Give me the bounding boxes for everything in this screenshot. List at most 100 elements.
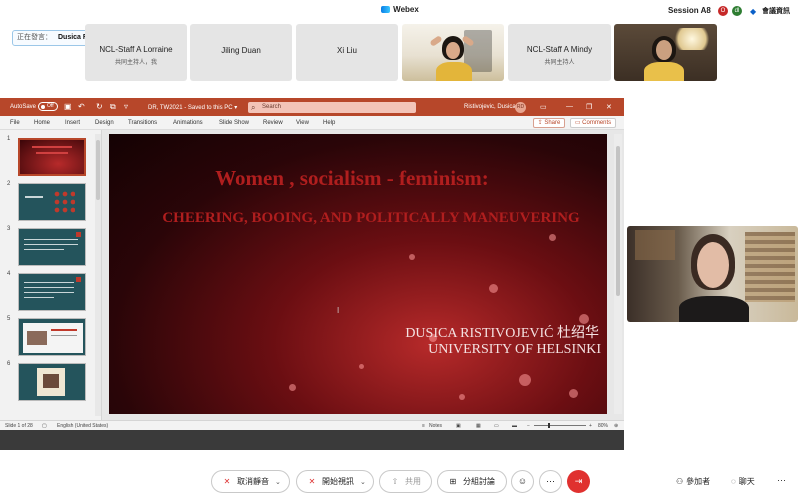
- tab-home[interactable]: Home: [34, 120, 50, 126]
- tab-transitions[interactable]: Transitions: [128, 120, 157, 126]
- undo-icon[interactable]: ↶: [78, 103, 85, 111]
- share-button[interactable]: ⇧ 共用: [379, 470, 432, 493]
- thumbnail-scroll-knob[interactable]: [96, 140, 100, 200]
- tab-design[interactable]: Design: [95, 120, 114, 126]
- slide-title[interactable]: Women , socialism - feminism:: [109, 166, 607, 191]
- save-icon[interactable]: ▣: [64, 103, 72, 111]
- more-panels-icon[interactable]: ⋯: [777, 475, 786, 486]
- reading-view-icon[interactable]: ▭: [494, 423, 499, 429]
- ppt-user-avatar[interactable]: RD: [515, 102, 526, 113]
- zoom-in-icon[interactable]: +: [589, 423, 592, 429]
- leave-meeting-button[interactable]: ⇥: [567, 470, 590, 493]
- participants-button[interactable]: ⚇ 參加者: [676, 476, 710, 487]
- thumb-number: 6: [7, 361, 11, 367]
- tab-insert[interactable]: Insert: [65, 120, 80, 126]
- participant-video-1[interactable]: [402, 24, 504, 81]
- mic-muted-icon: ✕: [223, 477, 231, 486]
- unmute-button[interactable]: ✕ 取消靜音 ⌄: [211, 470, 290, 493]
- user-avatar[interactable]: dl: [732, 6, 742, 16]
- participant-name: Jiling Duan: [221, 46, 261, 55]
- close-icon[interactable]: ✕: [606, 103, 612, 111]
- start-video-button[interactable]: ✕ 開始視訊 ⌄: [296, 470, 374, 493]
- participant-tile-lorraine[interactable]: NCL-Staff A Lorraine 共同主持人，我: [85, 24, 187, 81]
- participant-tile-jiling[interactable]: Jiling Duan: [190, 24, 292, 81]
- meeting-info-icon[interactable]: ◆: [750, 7, 756, 16]
- autosave-label: AutoSave: [10, 104, 37, 110]
- slide-thumbnail-1[interactable]: [18, 138, 86, 176]
- participant-name: NCL-Staff A Lorraine: [99, 45, 173, 54]
- speaking-label: 正在發言：: [17, 34, 52, 41]
- slide-thumbnail-2[interactable]: [18, 183, 86, 221]
- zoom-out-icon[interactable]: −: [527, 423, 530, 429]
- tab-help[interactable]: Help: [323, 120, 335, 126]
- current-slide[interactable]: Women , socialism - feminism: CHEERING, …: [109, 134, 607, 414]
- slide-subtitle[interactable]: CHEERING, BOOING, AND POLITICALLY MANEUV…: [161, 210, 581, 226]
- chat-icon: ◌: [731, 477, 736, 486]
- tab-review[interactable]: Review: [263, 120, 283, 126]
- thumb-number: 5: [7, 316, 11, 322]
- chevron-down-icon[interactable]: ⌄: [275, 472, 281, 493]
- tab-animations[interactable]: Animations: [173, 120, 203, 126]
- chevron-down-icon[interactable]: ⌄: [360, 472, 366, 493]
- breakout-label: 分組討論: [463, 477, 495, 486]
- ppt-status-bar: Slide 1 of 28 ▢ English (United States) …: [0, 420, 624, 430]
- breakout-button[interactable]: ⊞ 分組討論: [437, 470, 507, 493]
- active-speaker-video[interactable]: [627, 226, 798, 322]
- slide-thumbnail-6[interactable]: [18, 363, 86, 401]
- participant-video-2[interactable]: [614, 24, 717, 81]
- fit-slide-icon[interactable]: ⊕: [614, 423, 618, 429]
- tab-view[interactable]: View: [296, 120, 309, 126]
- thumb-number: 2: [7, 181, 11, 187]
- thumb-number: 4: [7, 271, 11, 277]
- ppt-search-box[interactable]: Search: [248, 102, 416, 113]
- ppt-share-button[interactable]: ⇪ Share: [533, 118, 565, 128]
- accessibility-icon[interactable]: ▢: [42, 423, 47, 429]
- zoom-slider[interactable]: [534, 423, 586, 428]
- thumb-number: 3: [7, 226, 11, 232]
- zoom-slider-thumb[interactable]: [548, 423, 551, 428]
- normal-view-icon[interactable]: ▣: [456, 423, 461, 429]
- bokeh-decoration: [489, 284, 498, 293]
- editor-scroll-knob[interactable]: [616, 146, 620, 296]
- redo-icon[interactable]: ↻: [96, 103, 103, 111]
- slide-sorter-icon[interactable]: ▦: [476, 423, 481, 429]
- present-icon[interactable]: ⧉: [110, 103, 116, 111]
- tab-file[interactable]: File: [10, 120, 20, 126]
- slide-thumbnail-4[interactable]: [18, 273, 86, 311]
- participant-tile-mindy[interactable]: NCL-Staff A Mindy 共同主持人: [508, 24, 611, 81]
- bokeh-decoration: [409, 254, 415, 260]
- tab-slide-show[interactable]: Slide Show: [219, 120, 249, 126]
- slide-thumbnail-3[interactable]: [18, 228, 86, 266]
- slide-author[interactable]: DUSICA RISTIVOJEVIĆ 杜绍华: [405, 322, 599, 342]
- chat-button[interactable]: ◌ 聊天: [731, 476, 755, 487]
- customize-qat-icon[interactable]: ▿: [124, 103, 128, 111]
- ppt-comments-button[interactable]: ▭ Comments: [570, 118, 616, 128]
- start-video-label: 開始視訊: [322, 477, 354, 486]
- person-icon: ⚇: [676, 477, 684, 486]
- app-title-text: Webex: [393, 5, 419, 14]
- meeting-info-button[interactable]: 會議資訊: [762, 6, 790, 16]
- editor-scrollbar[interactable]: [614, 134, 622, 414]
- zoom-level[interactable]: 80%: [598, 423, 608, 429]
- recording-indicator-icon[interactable]: O: [718, 6, 728, 16]
- slide-university[interactable]: UNIVERSITY OF HELSINKI: [428, 342, 601, 358]
- status-language[interactable]: English (United States): [57, 423, 108, 429]
- participant-tile-xi-liu[interactable]: Xi Liu: [296, 24, 398, 81]
- title-bar: Webex Session A8 O dl ◆ 會議資訊: [0, 0, 800, 20]
- thumbnail-scrollbar[interactable]: [95, 134, 101, 416]
- restore-icon[interactable]: ❐: [586, 103, 592, 111]
- ribbon-display-icon[interactable]: ▭: [540, 103, 547, 111]
- autosave-toggle[interactable]: Off: [38, 102, 58, 111]
- slideshow-view-icon[interactable]: ▬: [512, 423, 517, 429]
- bokeh-decoration: [549, 234, 556, 241]
- webex-window: Webex Session A8 O dl ◆ 會議資訊 正在發言： Dusica…: [0, 0, 800, 500]
- reactions-button[interactable]: ☺: [511, 470, 534, 493]
- notes-button[interactable]: Notes: [429, 423, 442, 429]
- ppt-user-name[interactable]: Ristivojevic, Dusica: [464, 104, 516, 110]
- slide-thumbnail-5[interactable]: [18, 318, 86, 356]
- minimize-icon[interactable]: —: [566, 103, 573, 110]
- bokeh-decoration: [459, 394, 465, 400]
- document-name[interactable]: DR, TW2021 - Saved to this PC ▾: [148, 104, 237, 111]
- more-options-button[interactable]: ⋯: [539, 470, 562, 493]
- text-cursor-icon: I: [337, 306, 340, 315]
